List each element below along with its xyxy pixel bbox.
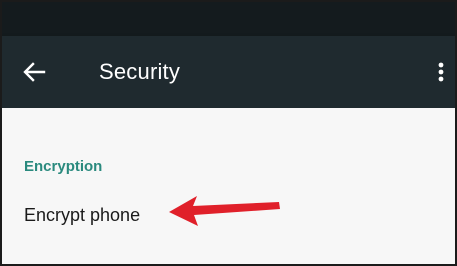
settings-content: Encryption Encrypt phone (2, 108, 455, 264)
list-item-encrypt-phone[interactable]: Encrypt phone (2, 196, 455, 240)
status-bar (2, 2, 455, 36)
arrow-back-icon (23, 62, 46, 82)
section-header-encryption: Encryption (24, 158, 103, 175)
list-item-label: Encrypt phone (24, 205, 141, 225)
more-vert-icon (438, 62, 444, 82)
screenshot-frame: Security Encryption Encrypt phone (0, 0, 457, 266)
page-title: Security (99, 59, 181, 84)
overflow-menu-button[interactable] (431, 56, 451, 88)
back-button[interactable] (18, 56, 50, 88)
app-toolbar: Security (2, 36, 455, 108)
